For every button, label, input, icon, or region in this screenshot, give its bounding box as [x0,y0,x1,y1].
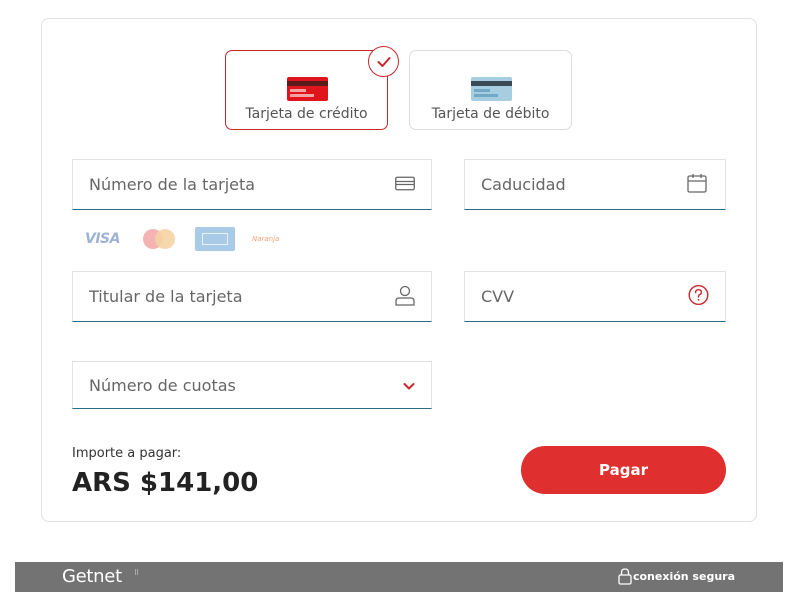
user-icon [395,284,415,310]
amount-value: ARS $141,00 [72,468,259,498]
debit-card-label: Tarjeta de débito [431,106,550,122]
card-holder-field[interactable] [72,271,432,322]
amount-label: Importe a pagar: [72,446,182,461]
installments-select[interactable] [72,361,432,409]
pay-button[interactable]: Pagar [521,446,726,494]
expiry-field[interactable] [464,159,726,210]
card-holder-input[interactable] [89,272,376,321]
card-icon [395,175,415,194]
getnet-logo: Getnet [62,566,122,587]
secure-connection-label: conexión segura [632,570,735,583]
visa-logo: VISA [85,231,120,247]
expiry-input[interactable] [481,160,689,209]
naranja-logo: Naranja [251,235,280,243]
footer-bar: Getnet ⠿ conexión segura [15,562,783,592]
chevron-down-icon [403,376,415,395]
credit-card-label: Tarjeta de crédito [245,106,368,122]
credit-card-icon [287,77,328,101]
card-number-input[interactable] [89,160,376,209]
mastercard-logo [142,228,177,250]
selected-check-icon [368,46,399,77]
help-icon[interactable] [688,284,709,309]
logo-dots-icon: ⠿ [134,569,140,577]
amex-logo [194,227,235,251]
calendar-icon [687,173,707,197]
credit-card-option[interactable]: Tarjeta de crédito [225,46,399,130]
cvv-field[interactable] [464,271,726,322]
cvv-input[interactable] [481,272,689,321]
debit-card-option[interactable]: Tarjeta de débito [409,50,572,130]
debit-card-icon [471,77,512,101]
card-brands: VISA Naranja [85,227,279,251]
card-number-field[interactable] [72,159,432,210]
lock-icon [618,568,632,589]
installments-input[interactable] [89,362,376,408]
